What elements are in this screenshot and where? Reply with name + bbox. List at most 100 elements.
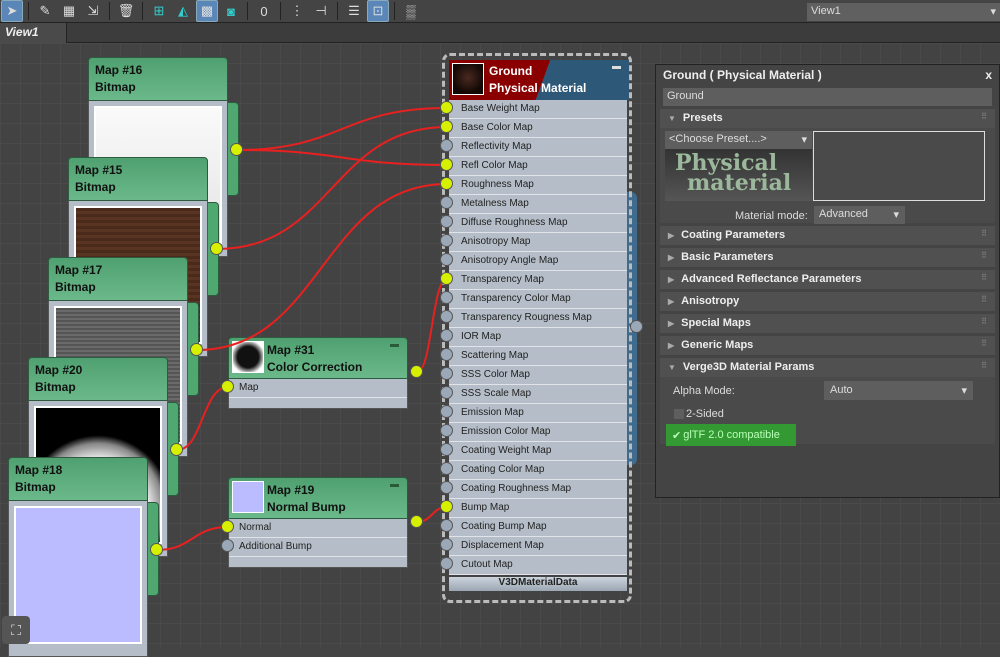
hide-unused-icon[interactable]: ⊣ (310, 0, 332, 22)
input-slot: Normal (229, 519, 407, 538)
input-socket[interactable] (440, 234, 453, 247)
rollout-header[interactable]: ▶ Advanced Reflectance Parameters ⠿ (660, 270, 995, 289)
input-socket[interactable] (440, 120, 453, 133)
zero-icon[interactable]: 0 (253, 0, 275, 22)
grip-icon: ⠿ (981, 229, 987, 238)
input-socket[interactable] (440, 139, 453, 152)
material-slot: Reflectivity Map (449, 138, 627, 157)
input-socket[interactable] (440, 310, 453, 323)
input-socket[interactable] (440, 291, 453, 304)
move-children-icon[interactable]: ⋮ (286, 0, 308, 22)
material-name-input[interactable]: Ground (663, 88, 992, 106)
input-socket[interactable] (440, 272, 453, 285)
rollout-label: Coating Parameters (681, 229, 786, 241)
alpha-mode-dropdown[interactable]: Auto ▾ (824, 381, 973, 400)
rollout-advanced-reflectance-parameters[interactable]: ▶ Advanced Reflectance Parameters ⠿ (660, 270, 995, 289)
input-socket[interactable] (440, 405, 453, 418)
view-tabbar: View1 (0, 23, 1000, 43)
rollout-header[interactable]: ▼ Presets ⠿ (660, 109, 995, 128)
input-socket[interactable] (440, 481, 453, 494)
rollout-header[interactable]: ▶ Special Maps ⠿ (660, 314, 995, 333)
chevron-down-icon: ▾ (801, 134, 807, 146)
rollout-header[interactable]: ▶ Basic Parameters ⠿ (660, 248, 995, 267)
assign-icon[interactable]: ⇲ (82, 0, 104, 22)
input-socket[interactable] (221, 380, 234, 393)
output-socket[interactable] (210, 242, 223, 255)
material-mode-dropdown[interactable]: Advanced ▾ (814, 206, 905, 224)
input-socket[interactable] (440, 158, 453, 171)
input-socket[interactable] (440, 386, 453, 399)
node-type: Color Correction (267, 360, 363, 374)
rollout-header[interactable]: ▶ Coating Parameters ⠿ (660, 226, 995, 245)
output-socket[interactable] (410, 515, 423, 528)
checker-icon[interactable]: ◙ (220, 0, 242, 22)
rollout-header[interactable]: ▶ Generic Maps ⠿ (660, 336, 995, 355)
input-socket[interactable] (440, 367, 453, 380)
preset-dropdown[interactable]: <Choose Preset....> ▾ (665, 131, 812, 149)
input-socket[interactable] (440, 329, 453, 342)
material-slot: IOR Map (449, 328, 627, 347)
minimize-button[interactable] (390, 344, 399, 347)
close-icon[interactable]: x (985, 68, 992, 82)
layout-icon[interactable]: ⊞ (148, 0, 170, 22)
output-socket[interactable] (410, 365, 423, 378)
input-socket[interactable] (440, 557, 453, 570)
node-ground-material[interactable]: Ground Physical Material Base Weight Map B… (442, 53, 632, 603)
chevron-down-icon: ▾ (990, 6, 996, 18)
minimize-button[interactable] (390, 484, 399, 487)
input-socket[interactable] (221, 539, 234, 552)
view-select[interactable]: View1 ▾ (807, 3, 1000, 21)
list-icon[interactable]: ☰ (343, 0, 365, 22)
input-socket[interactable] (440, 177, 453, 190)
material-slot: Coating Weight Map (449, 442, 627, 461)
input-socket[interactable] (440, 443, 453, 456)
node-map19[interactable]: Map #19 Normal Bump Normal Additional Bump (228, 477, 408, 568)
input-socket[interactable] (440, 101, 453, 114)
rollout-special-maps[interactable]: ▶ Special Maps ⠿ (660, 314, 995, 333)
node-title: Map #31 (267, 343, 315, 357)
output-socket[interactable] (170, 443, 183, 456)
background-checker-icon[interactable]: ▩ (196, 0, 218, 22)
layout-children-icon[interactable]: ◭ (172, 0, 194, 22)
delete-icon[interactable]: 🗑 (115, 0, 137, 22)
select-arrow-icon[interactable]: ➤ (1, 0, 23, 22)
rollout-coating-parameters[interactable]: ▶ Coating Parameters ⠿ (660, 226, 995, 245)
preset-list[interactable] (813, 131, 985, 201)
output-socket[interactable] (150, 543, 163, 556)
input-socket[interactable] (440, 462, 453, 475)
input-socket[interactable] (440, 538, 453, 551)
tab-view1[interactable]: View1 (0, 23, 67, 43)
input-socket[interactable] (440, 424, 453, 437)
output-socket[interactable] (230, 143, 243, 156)
output-socket[interactable] (190, 343, 203, 356)
rollout-header[interactable]: ▶ Anisotropy ⠿ (660, 292, 995, 311)
material-slot: Base Color Map (449, 119, 627, 138)
expanded-icon: ▼ (668, 363, 676, 372)
input-socket[interactable] (440, 215, 453, 228)
find-node-button[interactable]: ⛶ (2, 616, 30, 644)
output-socket[interactable] (630, 320, 643, 333)
rollout-header[interactable]: ▼ Verge3D Material Params ⠿ (660, 358, 995, 377)
show-window-icon[interactable]: ⊡ (367, 0, 389, 22)
minimize-button[interactable] (612, 66, 621, 69)
rollout-generic-maps[interactable]: ▶ Generic Maps ⠿ (660, 336, 995, 355)
grip-icon: ⠿ (981, 339, 987, 348)
material-grid-icon[interactable]: ▦ (58, 0, 80, 22)
input-socket[interactable] (440, 348, 453, 361)
input-socket[interactable] (221, 520, 234, 533)
rollout-basic-parameters[interactable]: ▶ Basic Parameters ⠿ (660, 248, 995, 267)
material-slot: Coating Color Map (449, 461, 627, 480)
input-socket[interactable] (440, 500, 453, 513)
input-socket[interactable] (440, 519, 453, 532)
rollout-anisotropy[interactable]: ▶ Anisotropy ⠿ (660, 292, 995, 311)
render-map-icon[interactable]: ▒ (400, 0, 422, 22)
material-slot: Roughness Map (449, 176, 627, 195)
input-socket[interactable] (440, 196, 453, 209)
node-type: Bitmap (75, 180, 116, 194)
gltf-compatible-checkbox[interactable]: ✔ glTF 2.0 compatible (666, 424, 796, 446)
eyedropper-icon[interactable]: ✎ (34, 0, 56, 22)
input-socket[interactable] (440, 253, 453, 266)
map-thumbnail (232, 481, 264, 513)
two-sided-checkbox[interactable]: 2-Sided (674, 408, 724, 420)
node-map31[interactable]: Map #31 Color Correction Map (228, 337, 408, 409)
